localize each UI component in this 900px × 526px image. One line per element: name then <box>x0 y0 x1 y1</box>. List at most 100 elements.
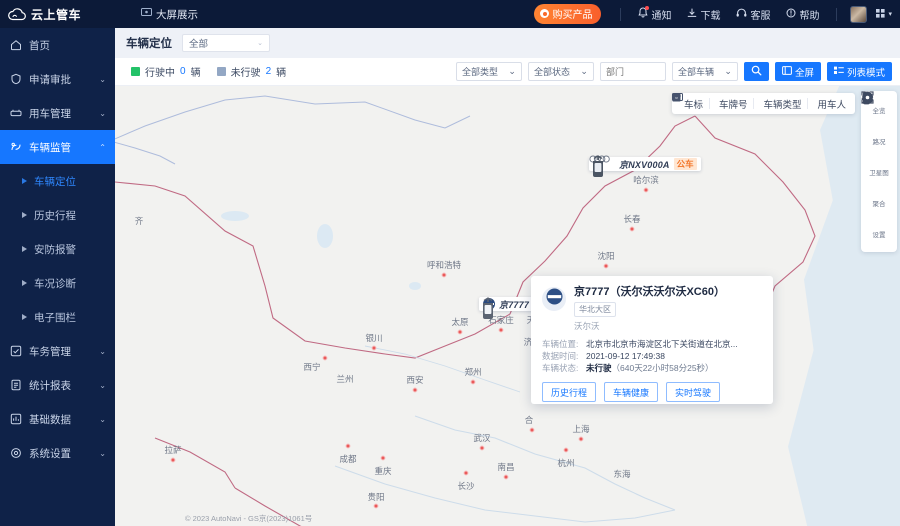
sidebar-item-vehicle-diagnosis[interactable]: 车况诊断 <box>0 266 115 300</box>
map-tool-label: 全览 <box>872 108 886 115</box>
city-label: 合 <box>524 415 534 425</box>
fullscreen-label: 全屏 <box>794 67 814 79</box>
city-dot <box>503 474 509 480</box>
grid-icon <box>876 8 886 20</box>
avatar[interactable] <box>850 5 868 23</box>
sidebar-item-base-data[interactable]: 基础数据 ⌄ <box>0 402 115 436</box>
sidebar-item-history-trip[interactable]: 历史行程 <box>0 198 115 232</box>
help-button[interactable]: 帮助 <box>786 7 819 22</box>
city-label: 杭州 <box>557 458 575 468</box>
status-select[interactable]: 全部状态 ⌄ <box>527 62 594 81</box>
search-button[interactable] <box>743 62 769 81</box>
map-canvas[interactable]: 车标 车牌号 车辆类型 用车人 全览 路况 卫星图 聚合 设置 齐 呼和浩特 哈… <box>115 86 900 526</box>
sidebar-item-vehicle-location[interactable]: 车辆定位 <box>0 164 115 198</box>
logo[interactable]: 云上管车 <box>0 0 115 28</box>
city-dot <box>563 447 569 453</box>
buy-product-button[interactable]: 购买产品 <box>534 4 602 24</box>
legend-label: 行驶中 <box>145 68 175 79</box>
vehicle-info-card: 京7777（沃尔沃沃尔沃XC60） 华北大区 沃尔沃 车辆位置: 北京市北京市海… <box>531 276 773 404</box>
notification-label: 通知 <box>651 10 672 22</box>
fullscreen-button[interactable]: 全屏 <box>774 62 821 81</box>
detail-key: 车辆位置: <box>542 339 579 349</box>
detail-value: 未行驶（640天22小时58分25秒） <box>586 362 714 374</box>
city-dot <box>441 272 447 278</box>
map-tool-driver[interactable]: 用车人 <box>672 93 852 111</box>
chevron-down-icon: ⌄ <box>99 74 106 84</box>
sidebar-item-statistics[interactable]: 统计报表 ⌄ <box>0 368 115 402</box>
headset-icon <box>736 8 747 21</box>
chevron-down-icon: ⌄ <box>99 108 106 118</box>
map-attribution: © 2023 AutoNavi - GS京(2023)1061号 <box>185 514 313 523</box>
vehicle-plate: 京NXV000A <box>619 159 670 170</box>
download-button[interactable]: 下载 <box>687 7 720 22</box>
history-trip-button[interactable]: 历史行程 <box>542 382 597 402</box>
map-tool-cluster[interactable]: 聚合 <box>861 91 897 218</box>
chevron-down-icon: ⌄ <box>257 40 263 47</box>
vehicle-plate: 京7777 <box>499 299 530 310</box>
download-label: 下载 <box>700 10 721 22</box>
chevron-down-icon: ⌄ <box>99 380 106 390</box>
nav-big-screen-label: 大屏展示 <box>156 8 198 21</box>
region-badge: 华北大区 <box>574 302 616 317</box>
vehicle-select[interactable]: 全部车辆 ⌄ <box>671 62 738 81</box>
map-tool-settings[interactable]: 设置 <box>861 91 897 249</box>
department-input[interactable] <box>599 62 666 81</box>
support-button[interactable]: 客服 <box>736 7 770 22</box>
map-tool-label: 卫星图 <box>869 170 889 177</box>
live-drive-button[interactable]: 实时驾驶 <box>666 382 721 402</box>
chevron-down-icon: ⌄ <box>580 66 588 76</box>
vehicle-health-button[interactable]: 车辆健康 <box>604 382 659 402</box>
list-mode-button[interactable]: 列表模式 <box>826 62 892 81</box>
app-root: 云上管车 大屏展示 购买产品 通知 下载 客服 帮助 ▾ 首页 申请审批 ⌄ 用… <box>0 0 900 526</box>
map-tool-satellite[interactable]: 卫星图 <box>861 92 897 187</box>
sidebar-item-home[interactable]: 首页 <box>0 28 115 62</box>
logo-text: 云上管车 <box>31 7 82 22</box>
buy-product-label: 购买产品 <box>552 10 593 21</box>
type-select[interactable]: 全部类型 ⌄ <box>455 62 522 81</box>
top-bar: 云上管车 大屏展示 购买产品 通知 下载 客服 帮助 ▾ <box>0 0 900 28</box>
city-label: 武汉 <box>473 433 491 443</box>
city-dot <box>412 387 418 393</box>
sidebar-item-car-manage[interactable]: 用车管理 ⌄ <box>0 96 115 130</box>
map-tool-plate[interactable]: 车牌号 <box>671 93 754 111</box>
detail-key: 车辆状态: <box>542 363 579 373</box>
search-icon <box>751 63 762 81</box>
sidebar-item-label: 用车管理 <box>29 107 71 120</box>
detail-row-timestamp: 数据时间: 2021-09-12 17:49:38 <box>542 350 762 362</box>
status-value: 未行驶 <box>586 363 612 373</box>
city-label: 沈阳 <box>597 251 615 261</box>
divider <box>836 7 838 21</box>
sidebar-item-approval[interactable]: 申请审批 ⌄ <box>0 62 115 96</box>
volvo-logo <box>546 288 563 310</box>
legend-count: 2 <box>265 66 272 77</box>
city-label: 上海 <box>572 424 590 434</box>
vehicle-marker[interactable]: 京NXV000A 公车 <box>589 155 701 197</box>
detail-value: 北京市北京市海淀区北下关街道在北京... <box>586 339 738 349</box>
chevron-down-icon: ▾ <box>888 11 892 18</box>
sidebar-item-geofence[interactable]: 电子围栏 <box>0 300 115 334</box>
fullscreen-icon <box>782 65 792 78</box>
notification-button[interactable]: 通知 <box>638 5 672 22</box>
city-dot <box>629 226 635 232</box>
city-dot <box>345 443 351 449</box>
legend-label: 未行驶 <box>230 68 261 79</box>
city-dot <box>479 445 485 451</box>
coin-icon <box>540 9 550 18</box>
detail-row-status: 车辆状态: 未行驶（640天22小时58分25秒） <box>542 362 762 374</box>
sidebar-item-vehicle-monitor[interactable]: 车辆监管 ⌃ <box>0 130 115 164</box>
map-tool-vehicle-type[interactable]: 车辆类型 <box>672 93 807 111</box>
map-tool-traffic[interactable]: 路况 <box>861 91 897 156</box>
sidebar-subitem-label: 车辆定位 <box>34 175 76 188</box>
city-label: 齐 <box>134 216 144 226</box>
nav-big-screen[interactable]: 大屏展示 <box>141 7 198 22</box>
scope-select[interactable]: 全部 ⌄ <box>182 34 270 52</box>
legend-unit: 辆 <box>276 68 287 79</box>
sidebar-item-system-settings[interactable]: 系统设置 ⌄ <box>0 436 115 470</box>
map-tool-label: 车牌号 <box>718 99 748 111</box>
sidebar-item-vehicle-service[interactable]: 车务管理 ⌄ <box>0 334 115 368</box>
app-grid-button[interactable]: ▾ <box>876 8 892 20</box>
city-label: 拉萨 <box>164 445 182 455</box>
divider <box>620 7 622 21</box>
sidebar-item-security-alarm[interactable]: 安防报警 <box>0 232 115 266</box>
car-manage-icon <box>9 107 22 120</box>
